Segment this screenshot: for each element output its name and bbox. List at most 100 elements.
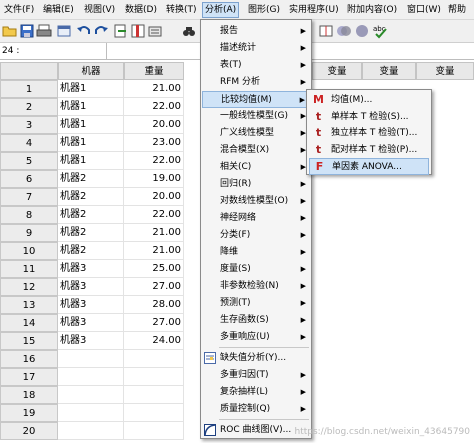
column-header-weight[interactable]: 重量 xyxy=(124,62,184,80)
cell-machine[interactable]: 机器1 xyxy=(58,152,124,170)
redo-icon[interactable] xyxy=(93,23,109,39)
save-icon[interactable] xyxy=(19,23,35,39)
menu-edit[interactable]: 编辑(E) xyxy=(41,3,76,17)
menu-view[interactable]: 视图(V) xyxy=(82,3,117,17)
row-number[interactable]: 3 xyxy=(0,116,58,134)
menu-item-multiple-imputation[interactable]: 多重归因(T) ▶ xyxy=(202,367,310,384)
cell-machine[interactable] xyxy=(58,368,124,386)
cell-weight[interactable]: 22.00 xyxy=(124,98,184,116)
menu-analyze[interactable]: 分析(A) xyxy=(202,2,240,18)
cell-machine[interactable] xyxy=(58,350,124,368)
cell-weight[interactable]: 23.00 xyxy=(124,134,184,152)
menu-item-rfm-analysis[interactable]: RFM 分析 ▶ xyxy=(202,74,310,91)
menu-item-tables[interactable]: 表(T) ▶ xyxy=(202,57,310,74)
use-sets-icon[interactable] xyxy=(354,23,370,39)
menu-item-missing-value-analysis[interactable]: 缺失值分析(Y)... xyxy=(202,350,310,367)
cell-weight[interactable]: 21.00 xyxy=(124,80,184,98)
menu-item-correlate[interactable]: 相关(C) ▶ xyxy=(202,159,310,176)
cell-machine[interactable]: 机器2 xyxy=(58,242,124,260)
row-number[interactable]: 16 xyxy=(0,350,58,368)
open-folder-icon[interactable] xyxy=(2,23,18,39)
column-header-machine[interactable]: 机器 xyxy=(58,62,124,80)
row-number[interactable]: 10 xyxy=(0,242,58,260)
menu-item-reports[interactable]: 报告 ▶ xyxy=(202,23,310,40)
submenu-item-independent-samples-t-test[interactable]: t 独立样本 T 检验(T)... xyxy=(309,125,429,142)
cell-weight[interactable]: 20.00 xyxy=(124,116,184,134)
cell-weight[interactable]: 27.00 xyxy=(124,278,184,296)
cell-machine[interactable]: 机器1 xyxy=(58,98,124,116)
cell-machine[interactable]: 机器3 xyxy=(58,296,124,314)
cell-weight[interactable] xyxy=(124,404,184,422)
submenu-item-one-sample-t-test[interactable]: t 单样本 T 检验(S)... xyxy=(309,109,429,126)
row-number[interactable]: 1 xyxy=(0,80,58,98)
spell-check-icon[interactable]: abc xyxy=(372,23,388,39)
cell-weight[interactable] xyxy=(124,368,184,386)
row-number[interactable]: 19 xyxy=(0,404,58,422)
row-number[interactable]: 18 xyxy=(0,386,58,404)
cell-weight[interactable] xyxy=(124,386,184,404)
row-number[interactable]: 17 xyxy=(0,368,58,386)
row-number[interactable]: 11 xyxy=(0,260,58,278)
row-number[interactable]: 2 xyxy=(0,98,58,116)
menu-item-generalized-linear-models[interactable]: 广义线性模型 ▶ xyxy=(202,125,310,142)
find-icon[interactable] xyxy=(181,23,197,39)
menu-item-quality-control[interactable]: 质量控制(Q) ▶ xyxy=(202,401,310,418)
goto-variable-icon[interactable] xyxy=(130,23,146,39)
row-number[interactable]: 12 xyxy=(0,278,58,296)
cell-machine[interactable]: 机器2 xyxy=(58,170,124,188)
column-header-var[interactable]: 变量 xyxy=(312,62,362,80)
cell-machine[interactable]: 机器1 xyxy=(58,80,124,98)
cell-weight[interactable]: 25.00 xyxy=(124,260,184,278)
menu-item-nonparametric-tests[interactable]: 非参数检验(N) ▶ xyxy=(202,278,310,295)
cell-weight[interactable]: 21.00 xyxy=(124,224,184,242)
menu-graphs[interactable]: 图形(G) xyxy=(246,3,282,17)
row-number[interactable]: 8 xyxy=(0,206,58,224)
cell-weight[interactable]: 20.00 xyxy=(124,188,184,206)
cell-machine[interactable]: 机器2 xyxy=(58,224,124,242)
cell-machine[interactable]: 机器3 xyxy=(58,314,124,332)
cell-weight[interactable]: 24.00 xyxy=(124,332,184,350)
cell-weight[interactable]: 21.00 xyxy=(124,242,184,260)
menu-item-survival[interactable]: 生存函数(S) ▶ xyxy=(202,312,310,329)
row-number[interactable]: 13 xyxy=(0,296,58,314)
cell-weight[interactable]: 22.00 xyxy=(124,206,184,224)
cell-machine[interactable]: 机器2 xyxy=(58,206,124,224)
menu-item-neural-networks[interactable]: 神经网络 ▶ xyxy=(202,210,310,227)
menu-item-general-linear-model[interactable]: 一般线性模型(G) ▶ xyxy=(202,108,310,125)
value-labels-icon[interactable] xyxy=(336,23,352,39)
row-number[interactable]: 6 xyxy=(0,170,58,188)
menu-window[interactable]: 窗口(W) xyxy=(405,3,443,17)
cell-machine[interactable]: 机器1 xyxy=(58,116,124,134)
goto-case-icon[interactable] xyxy=(113,23,129,39)
split-file-icon[interactable] xyxy=(318,23,334,39)
menu-utilities[interactable]: 实用程序(U) xyxy=(287,3,341,17)
cell-weight[interactable] xyxy=(124,350,184,368)
menu-item-compare-means[interactable]: 比较均值(M) ▶ xyxy=(202,91,310,108)
cell-machine[interactable]: 机器3 xyxy=(58,332,124,350)
menu-data[interactable]: 数据(D) xyxy=(123,3,159,17)
menu-item-mixed-models[interactable]: 混合模型(X) ▶ xyxy=(202,142,310,159)
menu-item-regression[interactable]: 回归(R) ▶ xyxy=(202,176,310,193)
cell-machine[interactable]: 机器3 xyxy=(58,278,124,296)
menu-file[interactable]: 文件(F) xyxy=(2,3,36,17)
submenu-item-means[interactable]: M 均值(M)... xyxy=(309,92,429,109)
print-icon[interactable] xyxy=(36,23,52,39)
cell-machine[interactable] xyxy=(58,404,124,422)
dialog-recall-icon[interactable] xyxy=(56,23,72,39)
column-header-var[interactable]: 变量 xyxy=(362,62,416,80)
cell-machine[interactable] xyxy=(58,386,124,404)
column-header-var[interactable]: 变量 xyxy=(416,62,474,80)
menu-item-descriptive-statistics[interactable]: 描述统计 ▶ xyxy=(202,40,310,57)
undo-icon[interactable] xyxy=(76,23,92,39)
row-number[interactable]: 5 xyxy=(0,152,58,170)
cell-machine[interactable]: 机器1 xyxy=(58,134,124,152)
variables-icon[interactable] xyxy=(147,23,163,39)
submenu-item-one-way-anova[interactable]: F 单因素 ANOVA... xyxy=(309,158,429,175)
cell-weight[interactable]: 22.00 xyxy=(124,152,184,170)
cell-weight[interactable]: 28.00 xyxy=(124,296,184,314)
menu-item-loglinear[interactable]: 对数线性模型(O) ▶ xyxy=(202,193,310,210)
cell-machine[interactable]: 机器3 xyxy=(58,260,124,278)
cell-machine[interactable] xyxy=(58,422,124,440)
menu-item-multiple-response[interactable]: 多重响应(U) ▶ xyxy=(202,329,310,346)
menu-addons[interactable]: 附加内容(O) xyxy=(345,3,399,17)
